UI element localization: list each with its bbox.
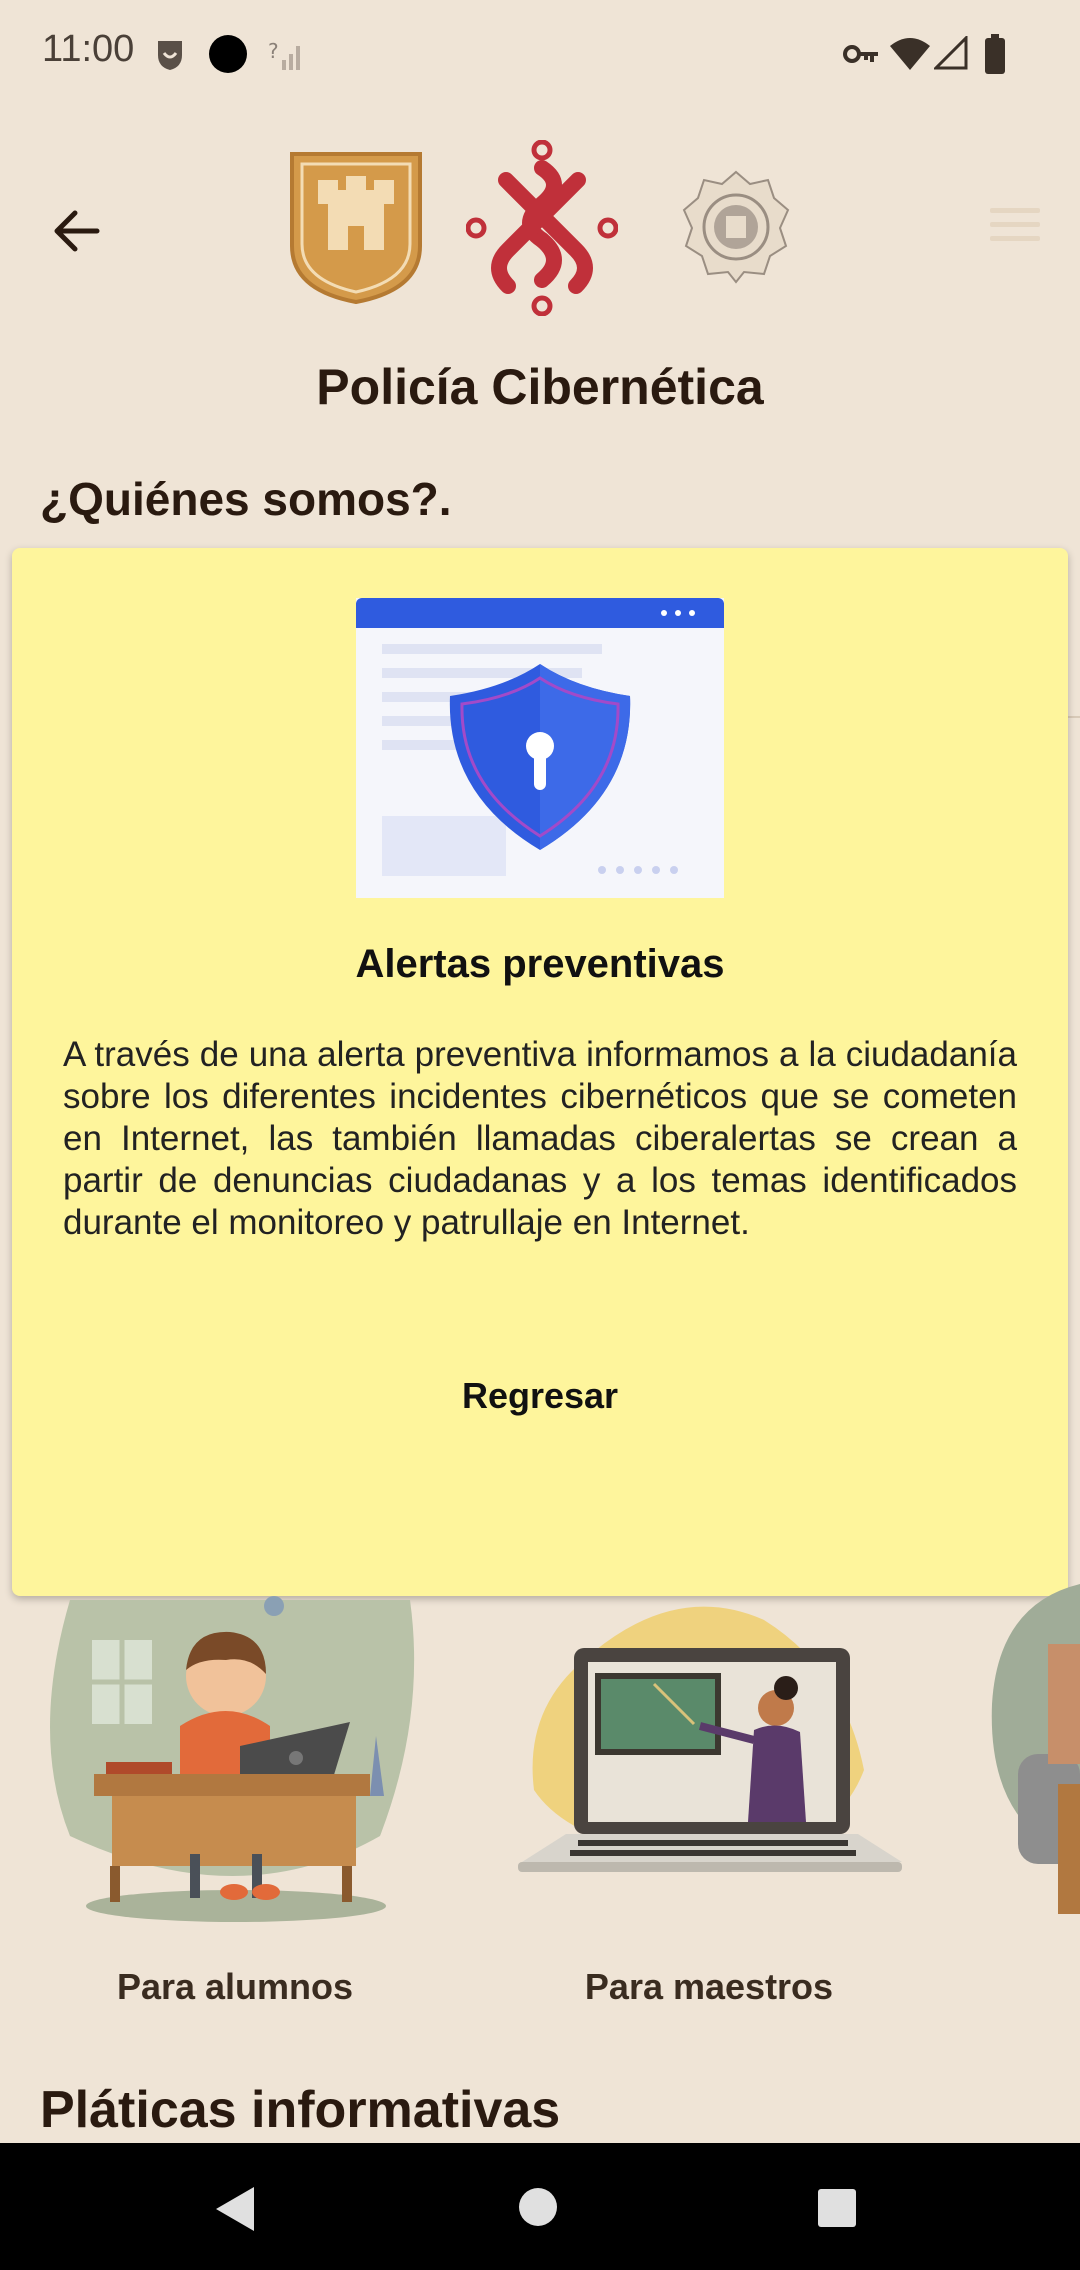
back-triangle-icon[interactable]	[214, 2185, 258, 2233]
system-nav-bar	[0, 2143, 1080, 2270]
security-shield-icon	[356, 598, 724, 898]
shield-face-icon	[158, 41, 182, 70]
teacher-laptop-illustration[interactable]	[514, 1600, 904, 1912]
next-card-illustration[interactable]	[988, 1584, 1080, 1934]
dialog-body: A través de una alerta preventiva inform…	[63, 1035, 1017, 1242]
no-signal-icon: ?	[268, 39, 300, 70]
status-time: 11:00	[42, 28, 135, 70]
camera-dot-icon	[209, 35, 247, 73]
recents-square-icon[interactable]	[818, 2189, 856, 2227]
teachers-card-label[interactable]: Para maestros	[530, 1966, 888, 2008]
wifi-icon	[890, 38, 930, 70]
section-heading: ¿Quiénes somos?.	[40, 473, 452, 525]
vpn-key-icon	[843, 45, 878, 63]
students-card-label[interactable]: Para alumnos	[60, 1966, 410, 2008]
dialog-title: Alertas preventivas	[355, 942, 725, 986]
ssc-knot-logo	[466, 140, 618, 316]
arrow-left-icon	[54, 210, 100, 252]
menu-button[interactable]	[990, 208, 1040, 248]
return-button[interactable]: Regresar	[390, 1356, 690, 1436]
police-seal-logo	[682, 170, 790, 284]
talks-heading: Pláticas informativas	[40, 2081, 561, 2139]
student-at-desk-illustration[interactable]	[40, 1596, 420, 1932]
divider	[1068, 716, 1080, 718]
back-button[interactable]	[40, 195, 112, 267]
cell-signal-icon	[934, 36, 968, 70]
home-circle-icon[interactable]	[518, 2187, 558, 2227]
battery-icon	[985, 34, 1005, 74]
status-bar: 11:00 ?	[0, 0, 1080, 110]
svg-text:?: ?	[268, 39, 279, 63]
hamburger-icon	[990, 208, 1040, 241]
info-dialog: Alertas preventivas A través de una aler…	[12, 548, 1068, 1596]
page-title: Policía Cibernética	[316, 359, 764, 415]
cdmx-shield-logo	[290, 152, 422, 305]
